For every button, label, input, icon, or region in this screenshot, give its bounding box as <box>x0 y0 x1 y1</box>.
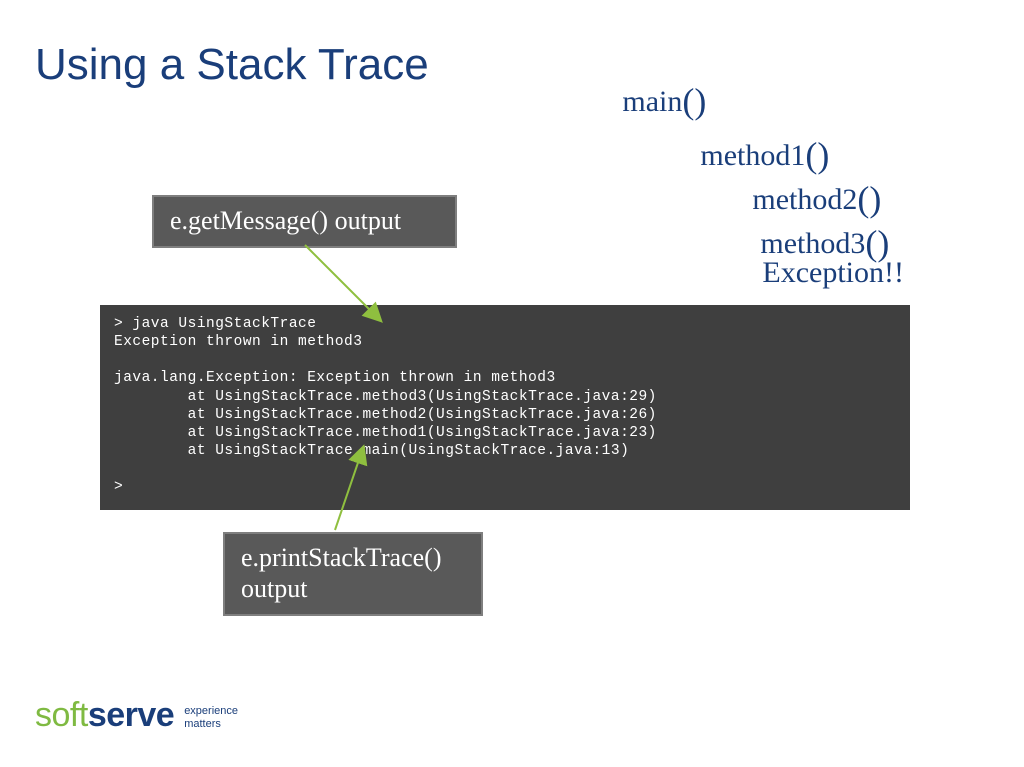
console-line: java.lang.Exception: Exception thrown in… <box>114 370 556 386</box>
getmessage-label: e.getMessage() output <box>152 195 457 248</box>
stack-method2: method2() <box>752 178 904 220</box>
parens: () <box>805 135 829 175</box>
tagline-line2: matters <box>184 718 221 730</box>
parens: () <box>682 81 706 121</box>
console-output: > java UsingStackTrace Exception thrown … <box>100 305 910 510</box>
printstacktrace-label: e.printStackTrace() output <box>223 532 483 616</box>
console-line: at UsingStackTrace.method3(UsingStackTra… <box>114 389 657 405</box>
console-line: > <box>114 479 123 495</box>
call-stack: main() method1() method2() method3() Exc… <box>622 80 904 290</box>
parens: () <box>857 179 881 219</box>
printstacktrace-line2: output <box>241 574 307 603</box>
console-line: at UsingStackTrace.method1(UsingStackTra… <box>114 425 657 441</box>
slide-title: Using a Stack Trace <box>35 40 429 90</box>
console-line: at UsingStackTrace.main(UsingStackTrace.… <box>114 443 629 459</box>
brand-serve: serve <box>88 696 174 734</box>
console-line: > java UsingStackTrace <box>114 316 316 332</box>
stack-method2-name: method2 <box>752 183 857 216</box>
stack-method1: method1() <box>700 134 904 176</box>
brand-soft: soft <box>35 696 88 734</box>
footer-logo: softserve experience matters <box>35 696 238 735</box>
console-line: at UsingStackTrace.method2(UsingStackTra… <box>114 407 657 423</box>
exception-label: Exception!! <box>762 256 904 290</box>
stack-main: main() <box>622 80 904 122</box>
brand-tagline: experience matters <box>184 705 238 729</box>
stack-method1-name: method1 <box>700 139 805 172</box>
console-line: Exception thrown in method3 <box>114 334 362 350</box>
tagline-line1: experience <box>184 705 238 717</box>
brand: softserve <box>35 696 174 735</box>
printstacktrace-line1: e.printStackTrace() <box>241 543 441 572</box>
stack-main-name: main <box>622 85 682 118</box>
